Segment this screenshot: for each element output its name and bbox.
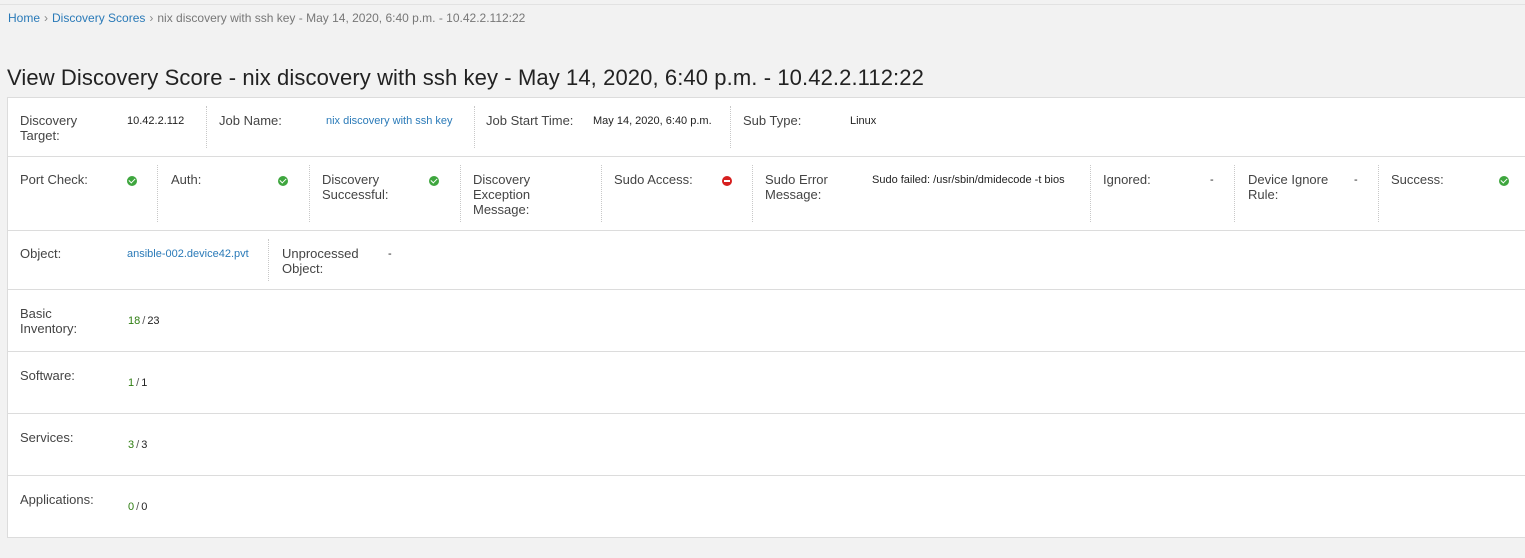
score-numerator: 1 [128,377,135,389]
software-label: Software: [20,368,75,383]
job-name-label: Job Name: [219,113,282,128]
object-link[interactable]: ansible-002.device42.pvt [127,248,249,260]
divider [460,165,461,222]
check-circle-icon [429,176,439,186]
ignored-label: Ignored: [1103,172,1151,187]
job-info-row: Discovery Target: 10.42.2.112 Job Name: … [8,98,1525,157]
device-ignore-rule-value: - [1354,174,1358,186]
software-score: 1/1 [128,377,148,389]
score-denominator: 23 [147,315,160,327]
services-label: Services: [20,430,74,445]
device-ignore-rule-label: Device Ignore Rule: [1248,172,1329,202]
divider [474,106,475,148]
software-row: Software: 1/1 [8,352,1525,414]
divider [601,165,602,222]
breadcrumb-separator: › [149,11,154,25]
breadcrumb-separator: › [44,11,49,25]
job-start-time-label: Job Start Time: [486,113,574,128]
status-row: Port Check: Auth: Discovery Successful: … [8,157,1525,231]
discovery-target-value: 10.42.2.112 [127,115,185,127]
score-numerator: 0 [128,501,135,513]
score-denominator: 3 [141,439,148,451]
job-start-time-value: May 14, 2020, 6:40 p.m. [593,115,712,127]
object-label: Object: [20,246,62,261]
score-denominator: 1 [141,377,148,389]
divider [157,165,158,222]
basic-inventory-score: 18/23 [128,315,160,327]
breadcrumb-discovery-scores-link[interactable]: Discovery Scores [52,11,145,25]
breadcrumb-current: nix discovery with ssh key - May 14, 202… [157,11,526,25]
port-check-label: Port Check: [20,172,88,187]
divider [1234,165,1235,222]
applications-row: Applications: 0/0 [8,476,1525,538]
divider [730,106,731,148]
score-numerator: 18 [128,315,141,327]
sub-type-label: Sub Type: [743,113,802,128]
check-circle-icon [127,176,137,186]
divider [206,106,207,148]
score-numerator: 3 [128,439,135,451]
discovery-exception-message-label: Discovery Exception Message: [473,172,531,217]
error-circle-icon [722,176,732,186]
divider [268,239,269,281]
auth-label: Auth: [171,172,202,187]
discovery-target-label: Discovery Target: [20,113,78,143]
score-denominator: 0 [141,501,148,513]
top-border [0,4,1525,5]
applications-score: 0/0 [128,501,148,513]
breadcrumb-home-link[interactable]: Home [8,11,40,25]
breadcrumb: Home › Discovery Scores › nix discovery with… [8,11,525,25]
applications-label: Applications: [20,492,94,507]
unprocessed-object-value: - [388,248,392,260]
check-circle-icon [1499,176,1509,186]
job-name-link[interactable]: nix discovery with ssh key [326,115,453,127]
basic-inventory-label: Basic Inventory: [20,306,78,336]
success-label: Success: [1391,172,1444,187]
object-row: Object: ansible-002.device42.pvt Unproce… [8,231,1525,290]
sudo-access-label: Sudo Access: [614,172,693,187]
sudo-error-message-value: Sudo failed: /usr/sbin/dmidecode -t bios [872,174,1065,186]
divider [1378,165,1379,222]
discovery-score-panel: Discovery Target: 10.42.2.112 Job Name: … [7,97,1525,538]
services-score: 3/3 [128,439,148,451]
unprocessed-object-label: Unprocessed Object: [282,246,359,276]
ignored-value: - [1210,174,1214,186]
basic-inventory-row: Basic Inventory: 18/23 [8,290,1525,352]
divider [1090,165,1091,222]
sudo-error-message-label: Sudo Error Message: [765,172,828,202]
services-row: Services: 3/3 [8,414,1525,476]
divider [309,165,310,222]
check-circle-icon [278,176,288,186]
discovery-successful-label: Discovery Successful: [322,172,389,202]
divider [752,165,753,222]
sub-type-value: Linux [850,115,877,127]
page-title: View Discovery Score - nix discovery wit… [7,64,924,90]
